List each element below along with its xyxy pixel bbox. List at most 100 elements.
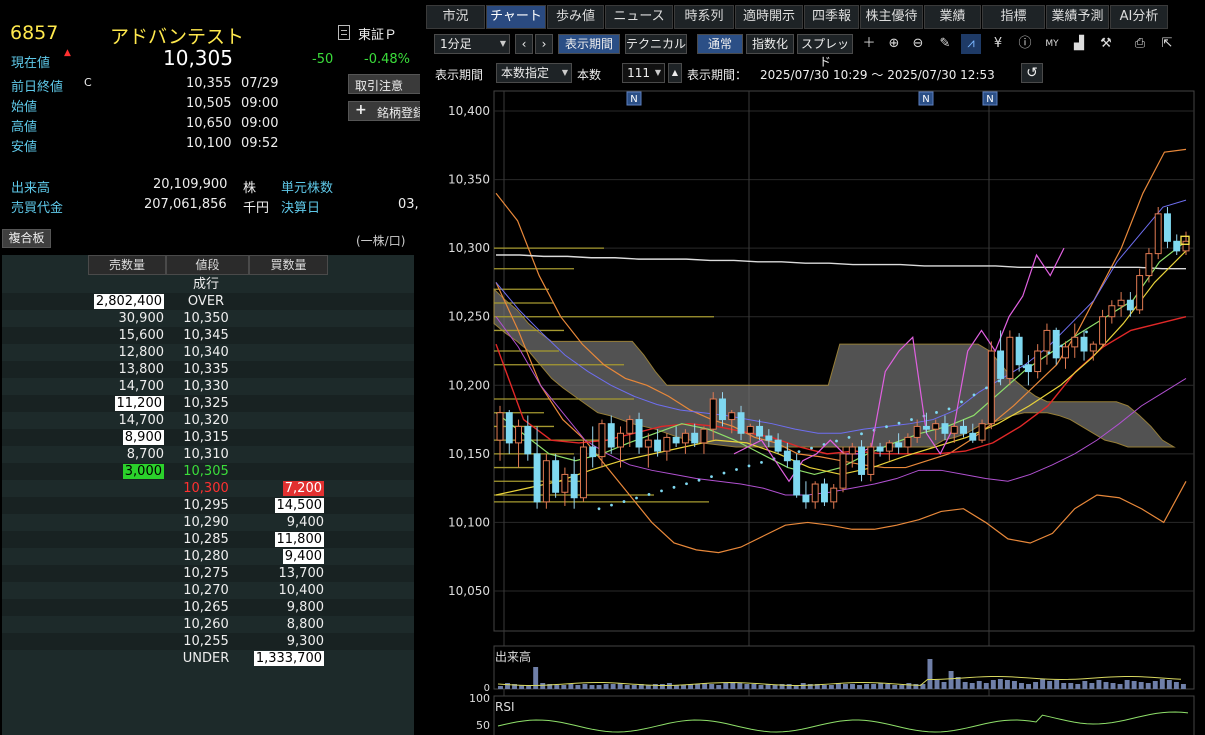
price-cell: 10,280 [166,548,246,565]
book-row[interactable]: 14,700 10,320 [2,412,414,429]
tab-1[interactable]: チャート [486,5,546,29]
book-row[interactable]: 14,700 10,330 [2,378,414,395]
prev-icon[interactable]: ‹ [515,34,533,54]
sar-dot [835,439,838,443]
high-value: 10,650 [186,116,232,131]
next-icon[interactable]: › [535,34,553,54]
interval-select[interactable]: 1分足 [434,34,510,54]
tab-5[interactable]: 適時開示 [735,5,803,29]
tab-bar: 市況 チャート 歩み値 ニュース 時系列 適時開示 四季報 株主優待 業績 指標 業績予測 AI分析 [424,5,1205,29]
tab-0[interactable]: 市況 [426,5,485,29]
tab-11[interactable]: AI分析 [1110,5,1168,29]
sell-qty-cell: 8,700 [88,446,164,463]
info-icon[interactable]: ⓘ [1015,34,1035,54]
sar-dot [610,503,613,507]
book-row[interactable]: 13,800 10,335 [2,361,414,378]
document-icon[interactable] [338,25,350,40]
crosshair-icon[interactable]: ＋ [859,34,879,54]
book-row[interactable]: 10,295 14,500 [2,497,414,514]
zoom-out-icon[interactable]: ⊖ [908,34,928,54]
composite-board-button[interactable]: 複合板 [2,229,51,248]
candle-body [737,412,745,434]
tab-4[interactable]: 時系列 [674,5,734,29]
high-label: 高値 [11,120,38,135]
volume-bar [1180,684,1186,689]
book-row[interactable]: 10,280 9,400 [2,548,414,565]
candle-body [496,412,504,441]
price-chart[interactable]: 10,400 10,350 10,300 10,250 10,200 10,150 10,1… [424,86,1205,735]
book-row[interactable]: 10,255 9,300 [2,633,414,650]
price-cell-text: 10,275 [183,566,229,581]
tab-10[interactable]: 業績予測 [1046,5,1109,29]
sell-qty-header: 売数量 [88,255,166,275]
tab-9[interactable]: 指標 [982,5,1045,29]
market-order-row[interactable]: 成行 [2,276,414,293]
book-row[interactable]: 8,900 10,315 [2,429,414,446]
book-row[interactable]: 10,275 13,700 [2,565,414,582]
buy-qty-cell [250,429,324,446]
period-button[interactable]: 表示期間 [558,34,620,54]
book-row[interactable]: 10,265 9,800 [2,599,414,616]
candle-body [820,483,828,503]
bars-stepper[interactable]: ▲ [668,63,682,83]
register-stock-button[interactable]: + 銘柄登録 [348,101,420,121]
spread-button[interactable]: スプレッド [797,34,853,69]
book-row[interactable]: 12,800 10,340 [2,344,414,361]
period-mode-select[interactable]: 本数指定 [496,63,572,83]
yen-icon[interactable]: ¥ [988,34,1008,54]
tab-8[interactable]: 業績 [924,5,981,29]
index-button[interactable]: 指数化 [746,34,794,54]
sell-qty-cell-text: 15,600 [118,328,165,343]
volume-bar [941,682,947,689]
book-row[interactable]: UNDER 1,333,700 [2,650,414,667]
technical-button[interactable]: テクニカル [625,34,687,54]
pencil-icon[interactable]: ✎ [935,34,955,54]
volume-profile-icon[interactable]: ▟ [1069,34,1089,54]
buy-qty-cell [250,395,324,412]
sell-qty-cell: 11,200 [88,395,164,412]
book-row[interactable]: 30,900 10,350 [2,310,414,327]
my-icon[interactable]: MY [1042,34,1062,54]
tab-7[interactable]: 株主優待 [860,5,923,29]
popout-icon[interactable]: ⇱ [1157,34,1177,54]
normal-button[interactable]: 通常 [697,34,743,54]
candle-body [663,436,671,452]
book-row[interactable]: 10,300 7,200 [2,480,414,497]
bars-input[interactable]: 111 [622,63,665,83]
trade-notice-button[interactable]: 取引注意 [348,74,420,94]
news-marker-label: N [630,94,637,105]
range-value: 2025/07/30 10:29 ～ 2025/07/30 12:53 [760,68,995,82]
sar-dot [647,493,651,496]
settings-wrench-icon[interactable]: ⚒ [1096,34,1116,54]
tab-6[interactable]: 四季報 [804,5,859,29]
volume-bar [568,684,574,689]
tab-2[interactable]: 歩み値 [547,5,604,29]
tab-3[interactable]: ニュース [605,5,673,29]
book-row[interactable]: 10,290 9,400 [2,514,414,531]
reset-icon[interactable]: ↺ [1021,63,1043,83]
candle-body [774,439,782,452]
candle-body [728,412,736,421]
candle-body [895,442,903,448]
trendline-icon[interactable]: ⩘ [961,34,981,54]
book-row[interactable]: 10,270 10,400 [2,582,414,599]
price-cell: 10,320 [166,412,246,429]
print-icon[interactable]: ⎙ [1130,34,1150,54]
volume-bar [850,684,855,689]
price-cell-text: 10,280 [183,549,229,564]
book-row[interactable]: 15,600 10,345 [2,327,414,344]
book-row[interactable]: 2,802,400 OVER [2,293,414,310]
book-row[interactable]: 11,200 10,325 [2,395,414,412]
volume-bar [1131,681,1137,689]
volume-bar [1173,682,1179,689]
zoom-in-icon[interactable]: ⊕ [884,34,904,54]
sar-dot [660,489,663,493]
book-row[interactable]: 10,260 8,800 [2,616,414,633]
sar-dot [747,464,751,468]
book-row[interactable]: 8,700 10,310 [2,446,414,463]
candle-body [793,460,801,496]
candle-body [997,350,1005,379]
book-row[interactable]: 10,285 11,800 [2,531,414,548]
prev-close-date: 07/29 [241,76,279,91]
book-row[interactable]: 3,000 10,305 [2,463,414,480]
